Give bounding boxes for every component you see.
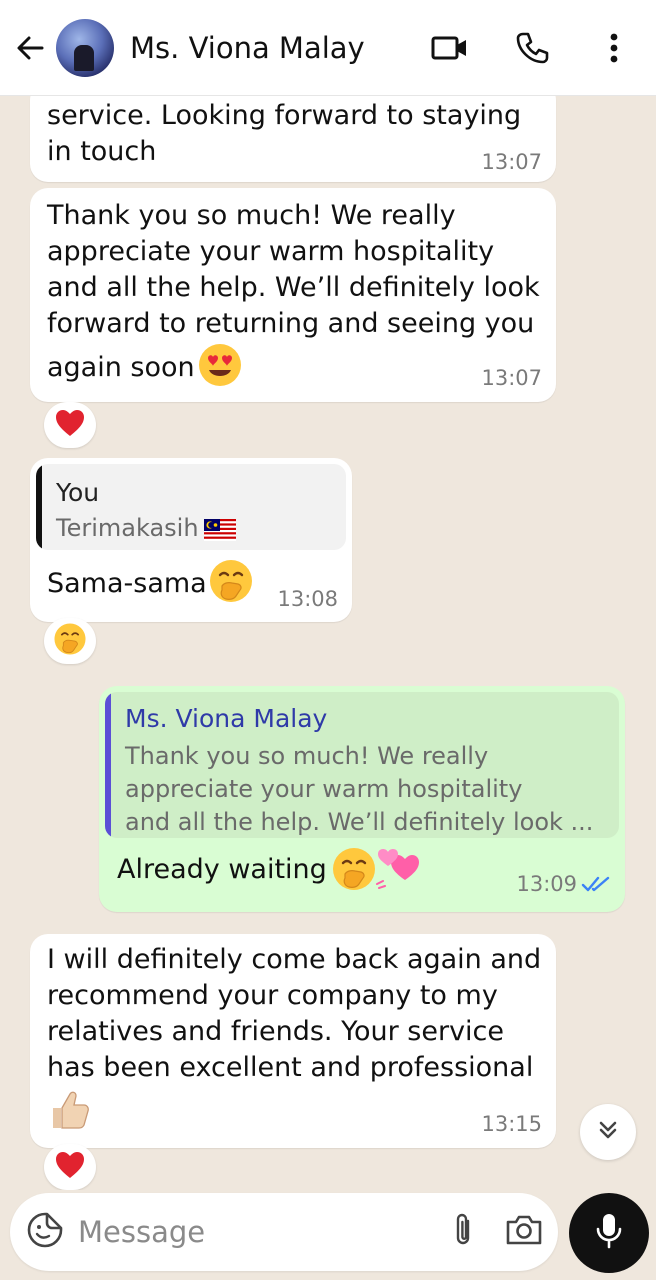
- message-text: has been excellent and professional: [47, 1052, 534, 1083]
- message-reaction[interactable]: [44, 1144, 96, 1190]
- thumbs-up-emoji: [47, 1088, 91, 1136]
- chat-area[interactable]: service. Looking forward to staying in t…: [0, 96, 656, 1190]
- message-time: 13:09: [516, 872, 577, 896]
- quote-bar: [105, 692, 111, 838]
- message-time: 13:07: [481, 150, 542, 174]
- quote-author: Ms. Viona Malay: [125, 704, 328, 733]
- message-text: appreciate your warm hospitality: [47, 236, 495, 267]
- message-text: again soon: [47, 352, 195, 383]
- malaysia-flag-icon: [204, 519, 236, 545]
- message-time: 13:07: [481, 366, 542, 390]
- video-call-icon[interactable]: [430, 28, 470, 68]
- quote-text: and all the help. We’ll definitely look …: [125, 808, 594, 836]
- message-incoming[interactable]: I will definitely come back again and re…: [30, 934, 556, 1148]
- message-incoming[interactable]: service. Looking forward to staying in t…: [30, 96, 556, 182]
- attach-icon[interactable]: [452, 1211, 474, 1253]
- message-input[interactable]: Message: [78, 1215, 452, 1249]
- quote-bar: [36, 464, 42, 550]
- reply-quote[interactable]: You Terimakasih: [36, 464, 346, 550]
- quote-text: Thank you so much! We really: [125, 742, 489, 770]
- quote-text: Terimakasih: [56, 514, 199, 542]
- message-text: I will definitely come back again and: [47, 944, 542, 975]
- camera-icon[interactable]: [504, 1213, 544, 1251]
- double-chevron-down-icon: [595, 1117, 621, 1147]
- voice-call-icon[interactable]: [512, 28, 552, 68]
- voice-message-button[interactable]: [569, 1193, 649, 1273]
- red-heart-icon: [54, 1150, 86, 1184]
- message-composer[interactable]: Message: [10, 1193, 558, 1271]
- read-ticks-icon: [581, 874, 611, 898]
- message-text: relatives and friends. Your service: [47, 1016, 505, 1047]
- sticker-icon[interactable]: [26, 1211, 64, 1253]
- chat-header: Ms. Viona Malay: [0, 0, 656, 96]
- quote-author: You: [56, 478, 100, 507]
- more-options-icon[interactable]: [594, 28, 634, 68]
- message-text: service. Looking forward to staying: [47, 100, 522, 131]
- message-text: Already waiting: [117, 854, 327, 885]
- back-arrow-icon[interactable]: [8, 26, 52, 70]
- two-hearts-emoji: [375, 844, 423, 896]
- reply-quote[interactable]: Ms. Viona Malay Thank you so much! We re…: [105, 692, 619, 838]
- message-text: and all the help. We’ll definitely look: [47, 272, 540, 303]
- hand-over-mouth-emoji: [208, 558, 254, 608]
- microphone-icon: [595, 1212, 623, 1254]
- message-text: Thank you so much! We really: [47, 200, 456, 231]
- red-heart-icon: [54, 408, 86, 442]
- message-text: recommend your company to my: [47, 980, 498, 1011]
- heart-eyes-emoji: [197, 342, 243, 392]
- message-text: in touch: [47, 136, 157, 167]
- message-reaction[interactable]: [44, 618, 96, 664]
- message-time: 13:15: [481, 1112, 542, 1136]
- hand-over-mouth-icon: [53, 622, 87, 660]
- contact-avatar[interactable]: [56, 18, 114, 77]
- contact-name[interactable]: Ms. Viona Malay: [130, 31, 430, 65]
- message-incoming[interactable]: Thank you so much! We really appreciate …: [30, 188, 556, 402]
- message-incoming[interactable]: You Terimakasih Sama-sama 13:08: [30, 458, 352, 622]
- quote-text: appreciate your warm hospitality: [125, 775, 523, 803]
- hand-over-mouth-emoji: [331, 846, 377, 896]
- message-outgoing[interactable]: Ms. Viona Malay Thank you so much! We re…: [99, 686, 625, 912]
- scroll-to-bottom-button[interactable]: [580, 1104, 636, 1160]
- message-text: Sama-sama: [47, 568, 207, 599]
- message-reaction[interactable]: [44, 402, 96, 448]
- message-time: 13:08: [277, 587, 338, 611]
- message-text: forward to returning and seeing you: [47, 308, 535, 339]
